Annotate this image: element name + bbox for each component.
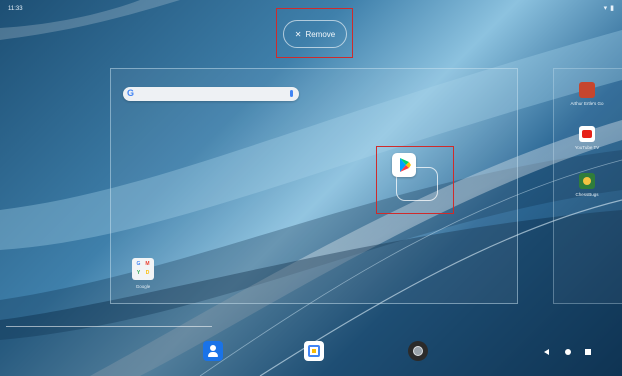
calendar-icon[interactable] xyxy=(304,341,324,361)
recents-icon[interactable] xyxy=(585,349,591,355)
folder-label: Google xyxy=(135,284,151,289)
remove-drop-zone[interactable]: ✕ Remove xyxy=(283,20,347,48)
folder-app-y: Y xyxy=(136,270,141,276)
dock-divider xyxy=(6,326,212,327)
play-store-logo xyxy=(400,158,411,172)
app-label-chessbugs: ChessBugs xyxy=(575,192,599,197)
folder-app-m: M xyxy=(145,261,150,267)
battery-icon: ▮ xyxy=(610,5,614,12)
camera-icon[interactable] xyxy=(408,341,428,361)
play-store-icon[interactable] xyxy=(392,153,416,177)
google-search-widget[interactable]: G xyxy=(123,87,299,101)
google-folder[interactable]: G M Y D xyxy=(132,258,154,280)
close-icon: ✕ xyxy=(294,29,302,39)
youtube-tv-icon[interactable] xyxy=(579,126,595,142)
status-time: 11:33 xyxy=(8,6,23,12)
remove-label: Remove xyxy=(305,29,336,39)
tablet-home-screen: 11:33 ▾ ▮ ✕ Remove G G M Y D Google Arth… xyxy=(0,0,622,376)
back-icon[interactable] xyxy=(544,349,549,355)
chessbuqs-icon[interactable] xyxy=(579,173,595,189)
status-icons: ▾ ▮ xyxy=(604,5,614,12)
game-icon[interactable] xyxy=(579,82,595,98)
app-label-youtube-tv: YouTube TV xyxy=(574,145,600,150)
folder-preview-grid: G M Y D xyxy=(135,261,151,277)
google-logo: G xyxy=(127,88,135,98)
folder-app-d: D xyxy=(145,270,150,276)
contacts-icon[interactable] xyxy=(203,341,223,361)
wifi-icon: ▾ xyxy=(603,5,608,12)
home-page-frame xyxy=(110,68,518,304)
app-label-game: Arthur Ertle's Go xyxy=(570,101,604,106)
folder-app-g: G xyxy=(136,261,141,267)
home-icon[interactable] xyxy=(565,349,571,355)
mic-icon[interactable] xyxy=(290,90,293,97)
